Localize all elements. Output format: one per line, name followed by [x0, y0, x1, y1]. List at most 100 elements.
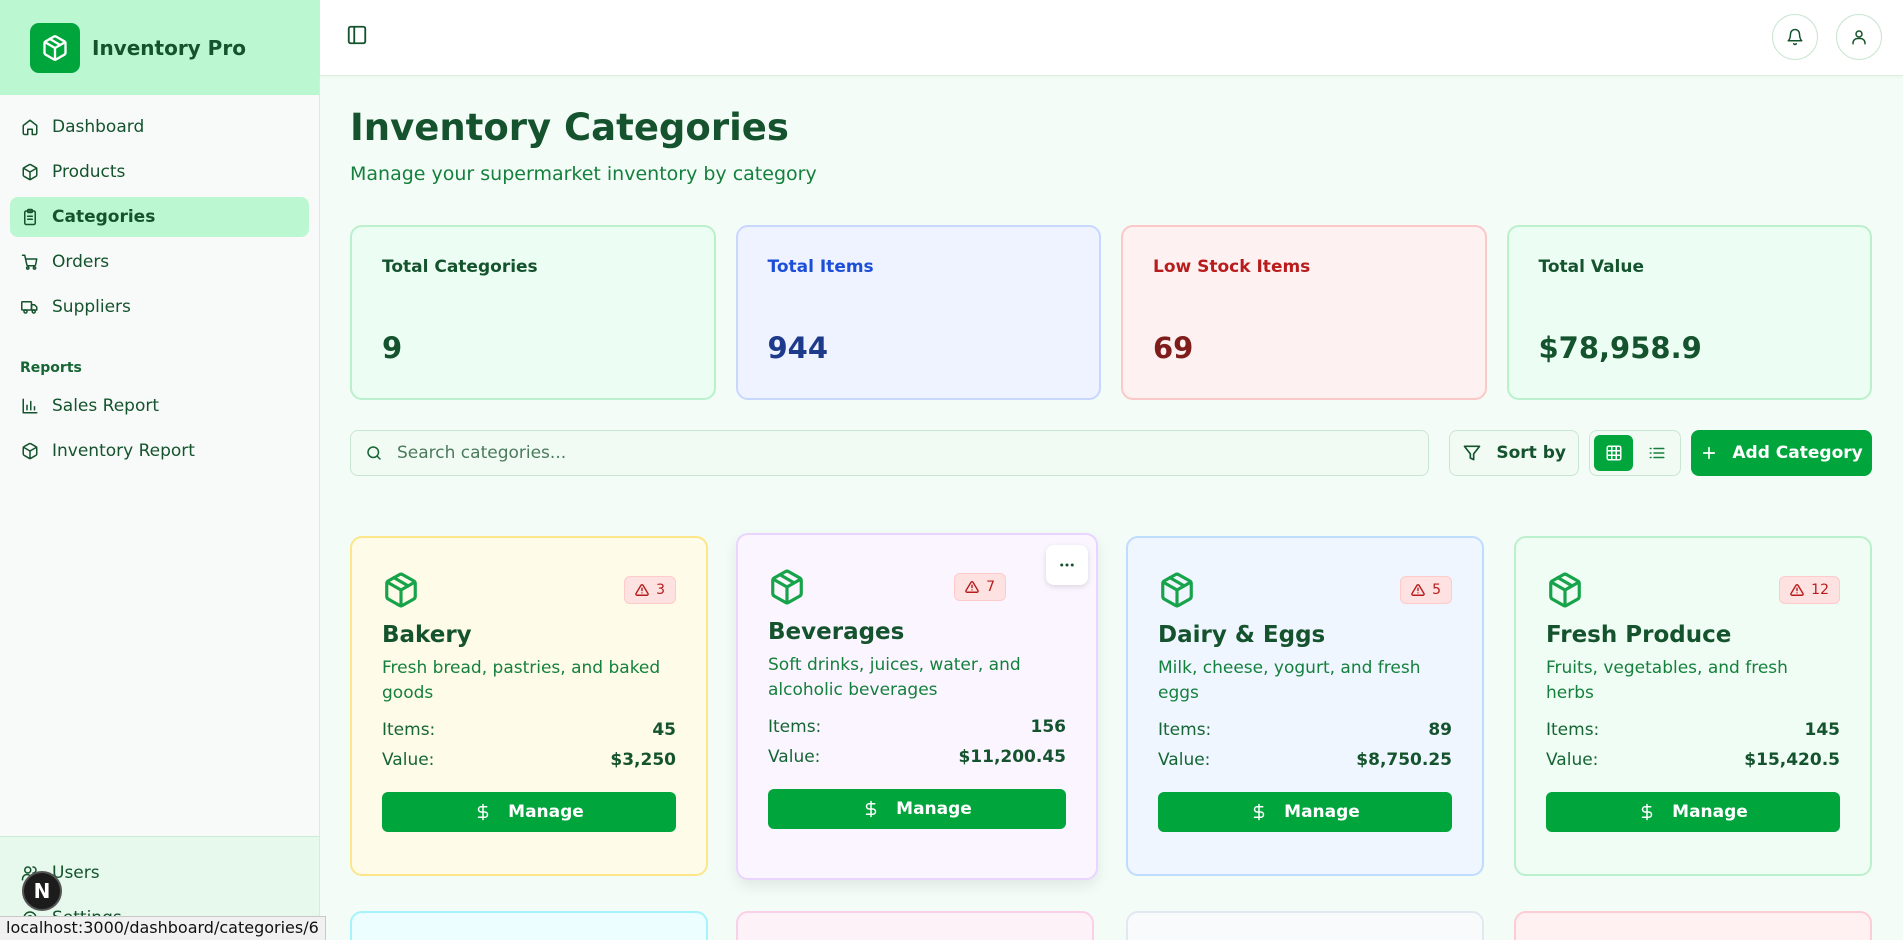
category-card-peek[interactable]: [736, 911, 1094, 940]
category-name: Dairy & Eggs: [1158, 622, 1326, 648]
category-name: Beverages: [768, 619, 905, 645]
sort-button[interactable]: Sort by: [1449, 430, 1580, 476]
stat-value: $78,958.9: [1538, 331, 1702, 365]
more-options-button[interactable]: [1046, 545, 1088, 585]
category-value: $15,420.5: [1744, 750, 1840, 770]
package-icon: [768, 568, 806, 606]
stat-value: 69: [1153, 331, 1194, 365]
stats-row: Total Categories 9 Total Items 944 Low S…: [350, 225, 1872, 400]
sidebar-item-label: Sales Report: [52, 396, 160, 416]
manage-label: Manage: [508, 802, 584, 822]
list-view-button[interactable]: [1637, 435, 1676, 471]
category-description: Milk, cheese, yogurt, and fresh eggs: [1158, 658, 1421, 703]
items-row: Items: 89: [1158, 720, 1452, 740]
value-row: Value: $11,200.45: [768, 747, 1066, 767]
stat-label: Total Value: [1538, 257, 1645, 277]
grid-icon: [1605, 444, 1623, 462]
reports-heading: Reports: [20, 360, 82, 376]
stat-value: 9: [382, 331, 403, 365]
value-row: Value: $3,250: [382, 750, 676, 770]
low-stock-count: 7: [986, 579, 995, 595]
low-stock-count: 5: [1432, 582, 1441, 598]
profile-button[interactable]: [1836, 14, 1882, 60]
value-label: Value:: [1158, 750, 1211, 770]
grid-view-button[interactable]: [1594, 435, 1634, 471]
search-box: [350, 430, 1430, 476]
category-name: Fresh Produce: [1546, 622, 1732, 648]
home-icon: [20, 117, 40, 137]
notifications-button[interactable]: [1772, 14, 1818, 60]
sidebar-item-inventory-report[interactable]: Inventory Report: [10, 431, 309, 471]
category-value: $8,750.25: [1356, 750, 1452, 770]
category-card-beverages[interactable]: 7 Beverages Soft drinks, juices, water, …: [736, 533, 1098, 880]
category-description: Fruits, vegetables, and fresh herbs: [1546, 658, 1788, 703]
low-stock-badge: 3: [624, 576, 676, 604]
value-row: Value: $8,750.25: [1158, 750, 1452, 770]
items-count: 89: [1428, 720, 1452, 740]
low-stock-badge: 5: [1400, 576, 1452, 604]
manage-button[interactable]: Manage: [382, 792, 676, 832]
package-icon: [1158, 571, 1196, 609]
category-card-peek[interactable]: [1514, 911, 1872, 940]
toolbar: Sort by Add Category: [350, 430, 1872, 476]
cart-icon: [20, 252, 40, 272]
sidebar-item-sales-report[interactable]: Sales Report: [10, 386, 309, 426]
brand[interactable]: Inventory Pro: [0, 0, 319, 95]
user-icon: [1850, 28, 1868, 46]
manage-label: Manage: [1284, 802, 1360, 822]
manage-button[interactable]: Manage: [1158, 792, 1452, 832]
dev-tools-badge[interactable]: N: [22, 871, 62, 911]
sidebar-item-suppliers[interactable]: Suppliers: [10, 287, 309, 327]
category-card-dairy-eggs[interactable]: 5 Dairy & Eggs Milk, cheese, yogurt, and…: [1126, 536, 1484, 876]
alert-triangle-icon: [635, 583, 649, 597]
stat-label: Total Items: [767, 257, 874, 277]
sidebar-item-label: Products: [52, 162, 126, 182]
low-stock-count: 12: [1811, 582, 1829, 598]
page-subtitle: Manage your supermarket inventory by cat…: [350, 163, 817, 185]
sidebar-toggle-icon[interactable]: [346, 24, 370, 48]
value-label: Value:: [1546, 750, 1599, 770]
alert-triangle-icon: [965, 580, 979, 594]
sidebar: Inventory Pro Dashboard Products Categor…: [0, 0, 320, 940]
plus-icon: [1700, 444, 1718, 462]
package-icon: [30, 22, 80, 73]
ellipsis-icon: [1058, 556, 1076, 574]
sidebar-item-label: Suppliers: [52, 297, 131, 317]
items-label: Items:: [1546, 720, 1600, 740]
low-stock-badge: 7: [954, 573, 1006, 601]
bar-chart-icon: [20, 396, 40, 416]
items-count: 156: [1030, 717, 1067, 737]
add-category-button[interactable]: Add Category: [1691, 430, 1872, 476]
dollar-icon: [1250, 803, 1268, 821]
category-card-peek[interactable]: [350, 911, 708, 940]
main-nav: Dashboard Products Categories Orders Sup…: [0, 95, 319, 471]
manage-button[interactable]: Manage: [1546, 792, 1840, 832]
items-count: 145: [1804, 720, 1841, 740]
sidebar-item-orders[interactable]: Orders: [10, 242, 309, 282]
sidebar-item-label: Dashboard: [52, 117, 145, 137]
list-icon: [1648, 444, 1666, 462]
items-row: Items: 45: [382, 720, 676, 740]
package-icon: [382, 571, 420, 609]
truck-icon: [20, 297, 40, 317]
low-stock-badge: 12: [1779, 576, 1840, 604]
sidebar-item-products[interactable]: Products: [10, 152, 309, 192]
alert-triangle-icon: [1790, 583, 1804, 597]
bell-icon: [1786, 28, 1804, 46]
manage-button[interactable]: Manage: [768, 789, 1066, 829]
sort-label: Sort by: [1496, 443, 1566, 463]
sidebar-item-dashboard[interactable]: Dashboard: [10, 107, 309, 147]
stat-card-low-stock: Low Stock Items 69: [1121, 225, 1487, 400]
dollar-icon: [474, 803, 492, 821]
category-card-peek[interactable]: [1126, 911, 1484, 940]
items-count: 45: [652, 720, 676, 740]
search-input[interactable]: [397, 443, 1397, 463]
category-card-fresh-produce[interactable]: 12 Fresh Produce Fruits, vegetables, and…: [1514, 536, 1872, 876]
add-category-label: Add Category: [1732, 443, 1863, 463]
sidebar-item-categories[interactable]: Categories: [10, 197, 309, 237]
value-label: Value:: [768, 747, 821, 767]
category-card-bakery[interactable]: 3 Bakery Fresh bread, pastries, and bake…: [350, 536, 708, 876]
low-stock-count: 3: [656, 582, 665, 598]
view-toggle: [1589, 430, 1682, 476]
stat-card-total-categories: Total Categories 9: [350, 225, 716, 400]
